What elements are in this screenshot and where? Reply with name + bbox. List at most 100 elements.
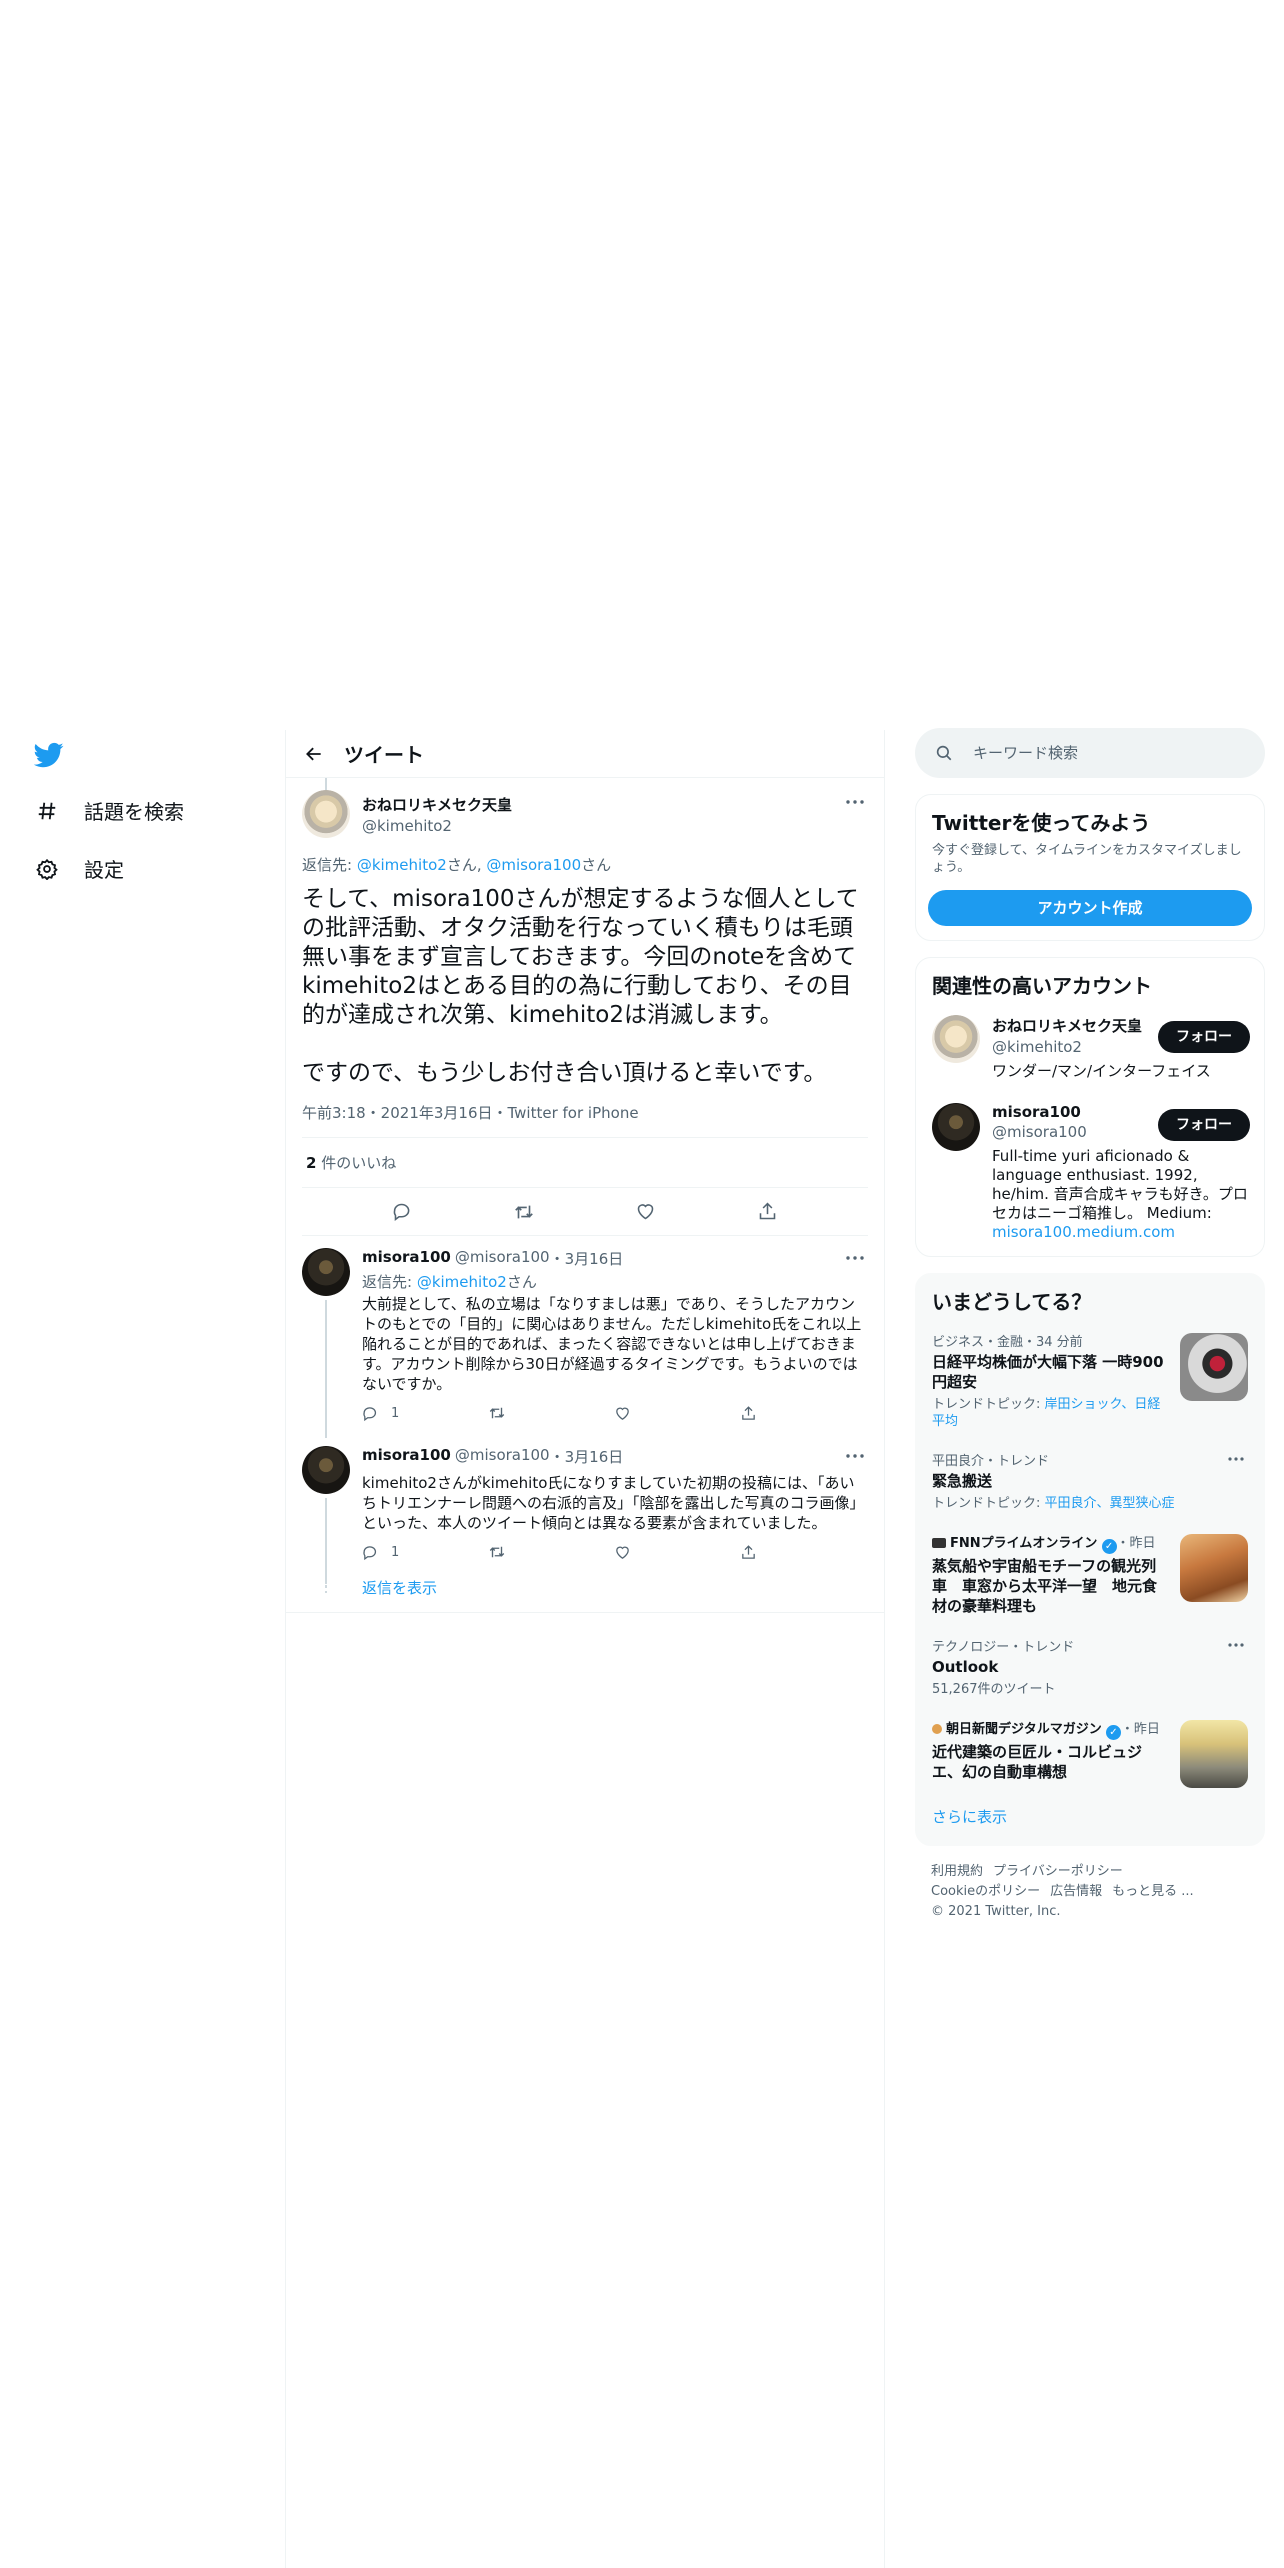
reply-tweet[interactable]: misora100 @misora100 ・3月16日 返信先: @kimehito… bbox=[286, 1236, 884, 1438]
footer-link-terms[interactable]: 利用規約 bbox=[931, 1864, 983, 1879]
trend-item[interactable]: ビジネス・金融・34 分前 日経平均株価が大幅下落 一時900円超安 トレンドト… bbox=[916, 1321, 1264, 1440]
show-replies-link[interactable]: 返信を表示 bbox=[362, 1579, 437, 1597]
trend-item[interactable]: テクノロジー・トレンド Outlook 51,267件のツイート bbox=[916, 1626, 1264, 1708]
retweet-button[interactable] bbox=[488, 1404, 614, 1422]
retweet-button[interactable] bbox=[488, 1543, 614, 1561]
reply-date[interactable]: ・3月16日 bbox=[550, 1248, 624, 1269]
account-bio: ワンダー/マン/インターフェイス bbox=[992, 1062, 1211, 1080]
retweet-icon bbox=[489, 1546, 505, 1558]
reply-icon[interactable] bbox=[386, 1195, 420, 1229]
tweet-timestamp[interactable]: 午前3:18・2021年3月16日・Twitter for iPhone bbox=[302, 1102, 868, 1138]
show-replies: 返信を表示 bbox=[286, 1573, 884, 1613]
trend-thumbnail bbox=[1180, 1720, 1248, 1788]
nav-item-explore[interactable]: 話題を検索 bbox=[34, 796, 184, 825]
twitter-logo-icon[interactable] bbox=[33, 740, 64, 770]
replying-to: 返信先: @kimehito2さん bbox=[362, 1271, 868, 1292]
like-icon[interactable] bbox=[629, 1195, 663, 1229]
share-button[interactable] bbox=[740, 1544, 866, 1561]
tweet-author: おねロリキメセク天皇 @kimehito2 bbox=[302, 790, 868, 838]
like-icon bbox=[616, 1407, 629, 1420]
search-icon bbox=[936, 745, 952, 761]
replying-to-suffix: さん, bbox=[446, 856, 487, 874]
likes-count[interactable]: 2 件のいいね bbox=[302, 1138, 868, 1188]
related-title: 関連性の高いアカウント bbox=[932, 974, 1152, 998]
reply-date[interactable]: ・3月16日 bbox=[550, 1446, 624, 1467]
news-source-icon bbox=[932, 1538, 946, 1548]
trends-title: いまどうしてる？ bbox=[932, 1290, 1092, 1314]
follow-button[interactable]: フォロー bbox=[1158, 1021, 1250, 1053]
create-account-button[interactable]: アカウント作成 bbox=[928, 890, 1252, 926]
thread-line bbox=[325, 778, 327, 790]
trend-title: 日経平均株価が大幅下落 一時900円超安 bbox=[932, 1353, 1164, 1391]
news-time: ・昨日 bbox=[1116, 1536, 1156, 1551]
more-icon[interactable] bbox=[842, 792, 868, 812]
footer-link-ads[interactable]: 広告情報 bbox=[1050, 1884, 1102, 1899]
reply-button[interactable]: 1 bbox=[362, 1405, 488, 1422]
reply-tweet[interactable]: misora100 @misora100 ・3月16日 kimehito2さんがki… bbox=[286, 1434, 884, 1584]
like-button[interactable] bbox=[614, 1544, 740, 1561]
reply-author-name[interactable]: misora100 bbox=[362, 1248, 451, 1269]
replying-to-prefix: 返信先: bbox=[362, 1273, 417, 1291]
trend-topics: トレンドトピック: 岸田ショック、日経平均 bbox=[932, 1396, 1164, 1430]
like-button[interactable] bbox=[614, 1405, 740, 1422]
more-icon[interactable] bbox=[1224, 1450, 1248, 1468]
nav-item-settings[interactable]: 設定 bbox=[34, 854, 124, 883]
reply-author-name[interactable]: misora100 bbox=[362, 1446, 451, 1467]
focused-tweet: おねロリキメセク天皇 @kimehito2 返信先: @kimehito2さん,… bbox=[286, 778, 884, 1236]
reply-author-handle[interactable]: @misora100 bbox=[455, 1446, 550, 1467]
replying-to-suffix: さん bbox=[581, 856, 612, 874]
avatar[interactable] bbox=[932, 1103, 980, 1151]
trend-item[interactable]: 平田良介・トレンド 緊急搬送 トレンドトピック: 平田良介、異型狭心症 bbox=[916, 1440, 1264, 1522]
avatar[interactable] bbox=[932, 1015, 980, 1063]
trend-context: テクノロジー・トレンド bbox=[932, 1640, 1075, 1655]
account-bio-link[interactable]: misora100.medium.com bbox=[992, 1223, 1175, 1241]
trend-context: 平田良介・トレンド bbox=[932, 1454, 1050, 1469]
back-button[interactable] bbox=[286, 730, 342, 778]
trend-title: 蒸気船や宇宙船モチーフの観光列車 車窓から太平洋一望 地元食材の豪華料理も bbox=[932, 1557, 1158, 1615]
more-icon[interactable] bbox=[1224, 1636, 1248, 1654]
page-title: ツイート bbox=[344, 743, 424, 767]
more-icon[interactable] bbox=[842, 1446, 868, 1466]
copyright: © 2021 Twitter, Inc. bbox=[931, 1904, 1061, 1919]
share-icon[interactable] bbox=[750, 1195, 784, 1229]
reply-actions: 1 bbox=[362, 1404, 868, 1422]
trend-topics: トレンドトピック: 平田良介、異型狭心症 bbox=[932, 1495, 1248, 1512]
arrow-left-icon bbox=[306, 747, 321, 760]
show-more-link[interactable]: さらに表示 bbox=[916, 1792, 1264, 1845]
news-source: FNNプライムオンライン bbox=[950, 1536, 1098, 1551]
footer-link-cookie[interactable]: Cookieのポリシー bbox=[931, 1884, 1040, 1899]
reply-icon bbox=[363, 1406, 377, 1421]
thread-line bbox=[325, 1300, 327, 1438]
trend-topic-link[interactable]: 平田良介、異型狭心症 bbox=[1045, 1496, 1175, 1511]
gear-icon bbox=[34, 856, 60, 882]
reply-header: misora100 @misora100 ・3月16日 bbox=[362, 1446, 868, 1467]
avatar[interactable] bbox=[302, 1248, 350, 1296]
search-box[interactable] bbox=[915, 728, 1265, 778]
follow-button[interactable]: フォロー bbox=[1158, 1109, 1250, 1141]
trend-item[interactable]: 朝日新聞デジタルマガジン ✓ ・昨日 近代建築の巨匠ル・コルビュジエ、幻の自動車構… bbox=[916, 1708, 1264, 1792]
reply-mention-link[interactable]: @kimehito2 bbox=[357, 856, 447, 874]
search-input[interactable] bbox=[973, 744, 1223, 762]
share-button[interactable] bbox=[740, 1405, 866, 1422]
footer-link-privacy[interactable]: プライバシーポリシー bbox=[993, 1864, 1123, 1879]
reply-button[interactable]: 1 bbox=[362, 1544, 488, 1561]
trend-item[interactable]: FNNプライムオンライン ✓ ・昨日 蒸気船や宇宙船モチーフの観光列車 車窓から太… bbox=[916, 1522, 1264, 1626]
reply-mention-link[interactable]: @kimehito2 bbox=[417, 1273, 507, 1291]
trend-context: ビジネス・金融・34 分前 bbox=[932, 1335, 1083, 1350]
retweet-icon[interactable] bbox=[507, 1195, 541, 1229]
author-name[interactable]: おねロリキメセク天皇 bbox=[362, 794, 512, 815]
right-sidebar: Twitterを使ってみよう 今すぐ登録して、タイムラインをカスタマイズしましょ… bbox=[915, 728, 1265, 1922]
avatar[interactable] bbox=[302, 790, 350, 838]
reply-mention-link[interactable]: @misora100 bbox=[486, 856, 581, 874]
reply-author-handle[interactable]: @misora100 bbox=[455, 1248, 550, 1269]
trend-title: 緊急搬送 bbox=[932, 1472, 993, 1490]
signup-title: Twitterを使ってみよう bbox=[932, 811, 1151, 835]
account-item[interactable]: おねロリキメセク天皇 @kimehito2 ワンダー/マン/インターフェイス フ… bbox=[916, 1003, 1264, 1091]
account-bio-text: Full-time yuri aficionado & language ent… bbox=[992, 1147, 1248, 1222]
more-icon[interactable] bbox=[842, 1248, 868, 1268]
author-handle[interactable]: @kimehito2 bbox=[362, 817, 512, 835]
footer-link-more[interactable]: もっと見る ... bbox=[1112, 1884, 1194, 1899]
account-item[interactable]: misora100 @misora100 Full-time yuri afic… bbox=[916, 1091, 1264, 1256]
hashtag-icon bbox=[34, 798, 60, 824]
avatar[interactable] bbox=[302, 1446, 350, 1494]
